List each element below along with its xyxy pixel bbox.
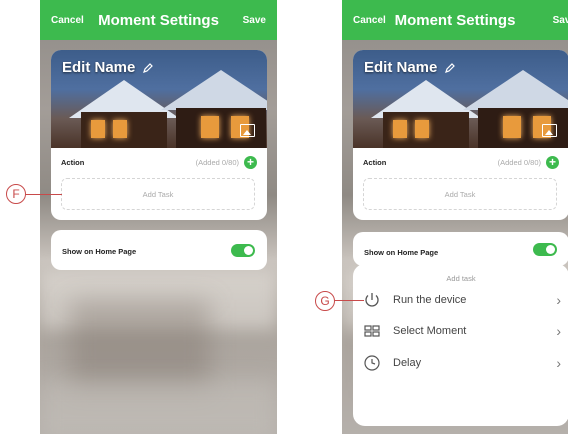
- added-count: (Added 0/80): [195, 158, 239, 167]
- menu-item-delay[interactable]: Delay ›: [363, 352, 561, 374]
- menu-item-label: Run the device: [393, 294, 467, 306]
- phone-screen-right: Cancel Moment Settings Save Edit Name Ac…: [342, 0, 568, 434]
- window-light: [415, 120, 429, 138]
- cover-image: Edit Name: [51, 50, 267, 148]
- edit-name-label: Edit Name: [364, 59, 438, 76]
- add-action-icon[interactable]: +: [546, 156, 559, 169]
- page-title: Moment Settings: [394, 11, 516, 29]
- callout-g-leader: [334, 300, 364, 301]
- show-on-home-toggle[interactable]: [231, 244, 255, 257]
- edit-name-button[interactable]: Edit Name: [364, 59, 456, 76]
- clock-icon: [364, 355, 380, 371]
- action-label: Action: [363, 158, 387, 167]
- grid-icon: [364, 325, 380, 337]
- house-roof: [463, 70, 568, 110]
- add-task-button[interactable]: Add Task: [363, 178, 557, 210]
- callout-f: F: [6, 184, 26, 204]
- menu-item-run-device[interactable]: Run the device ›: [363, 289, 561, 311]
- show-on-home-label: Show on Home Page: [62, 247, 137, 256]
- pencil-icon: [143, 62, 154, 73]
- add-task-sheet: Add task Run the device › Select Moment …: [353, 264, 568, 426]
- window-light: [91, 120, 105, 138]
- show-on-home-label: Show on Home Page: [364, 248, 439, 257]
- edit-name-label: Edit Name: [62, 59, 136, 76]
- save-button[interactable]: Save: [553, 15, 568, 26]
- window-light: [393, 120, 407, 138]
- action-row: Action (Added 0/80) +: [363, 156, 559, 170]
- save-button[interactable]: Save: [243, 15, 266, 26]
- show-on-home-row: Show on Home Page: [51, 230, 267, 270]
- show-on-home-toggle[interactable]: [533, 243, 557, 256]
- show-on-home-row: Show on Home Page: [353, 232, 568, 266]
- page-title: Moment Settings: [98, 11, 219, 29]
- window-light: [201, 116, 219, 138]
- chevron-right-icon: ›: [556, 355, 561, 371]
- top-bar: Cancel Moment Settings Save: [40, 0, 277, 40]
- add-task-label: Add Task: [444, 189, 476, 199]
- add-task-button[interactable]: Add Task: [61, 178, 255, 210]
- power-icon: [365, 293, 379, 307]
- callout-g: G: [315, 291, 335, 311]
- chevron-right-icon: ›: [556, 323, 561, 339]
- add-action-icon[interactable]: +: [244, 156, 257, 169]
- add-task-label: Add Task: [142, 189, 174, 199]
- image-icon[interactable]: [542, 124, 557, 137]
- window-light: [113, 120, 127, 138]
- image-icon[interactable]: [240, 124, 255, 137]
- house-roof: [161, 70, 267, 110]
- phone-screen-left: Cancel Moment Settings Save Edit Name Ac…: [40, 0, 277, 434]
- menu-item-label: Select Moment: [393, 325, 467, 337]
- sheet-title: Add task: [446, 274, 476, 283]
- menu-item-label: Delay: [393, 357, 422, 369]
- moment-card: Edit Name Action (Added 0/80) + Add Task: [51, 50, 267, 220]
- cover-image: Edit Name: [353, 50, 568, 148]
- background-blur: [40, 380, 277, 434]
- pencil-icon: [445, 62, 456, 73]
- callout-f-leader: [25, 194, 62, 195]
- action-row: Action (Added 0/80) +: [61, 156, 257, 170]
- action-label: Action: [61, 158, 85, 167]
- window-light: [503, 116, 521, 138]
- chevron-right-icon: ›: [556, 292, 561, 308]
- menu-item-select-moment[interactable]: Select Moment ›: [363, 320, 561, 342]
- top-bar: Cancel Moment Settings Save: [342, 0, 568, 40]
- moment-card: Edit Name Action (Added 0/80) + Add Task: [353, 50, 568, 220]
- background-blur: [70, 300, 210, 390]
- edit-name-button[interactable]: Edit Name: [62, 59, 154, 76]
- added-count: (Added 0/80): [497, 158, 541, 167]
